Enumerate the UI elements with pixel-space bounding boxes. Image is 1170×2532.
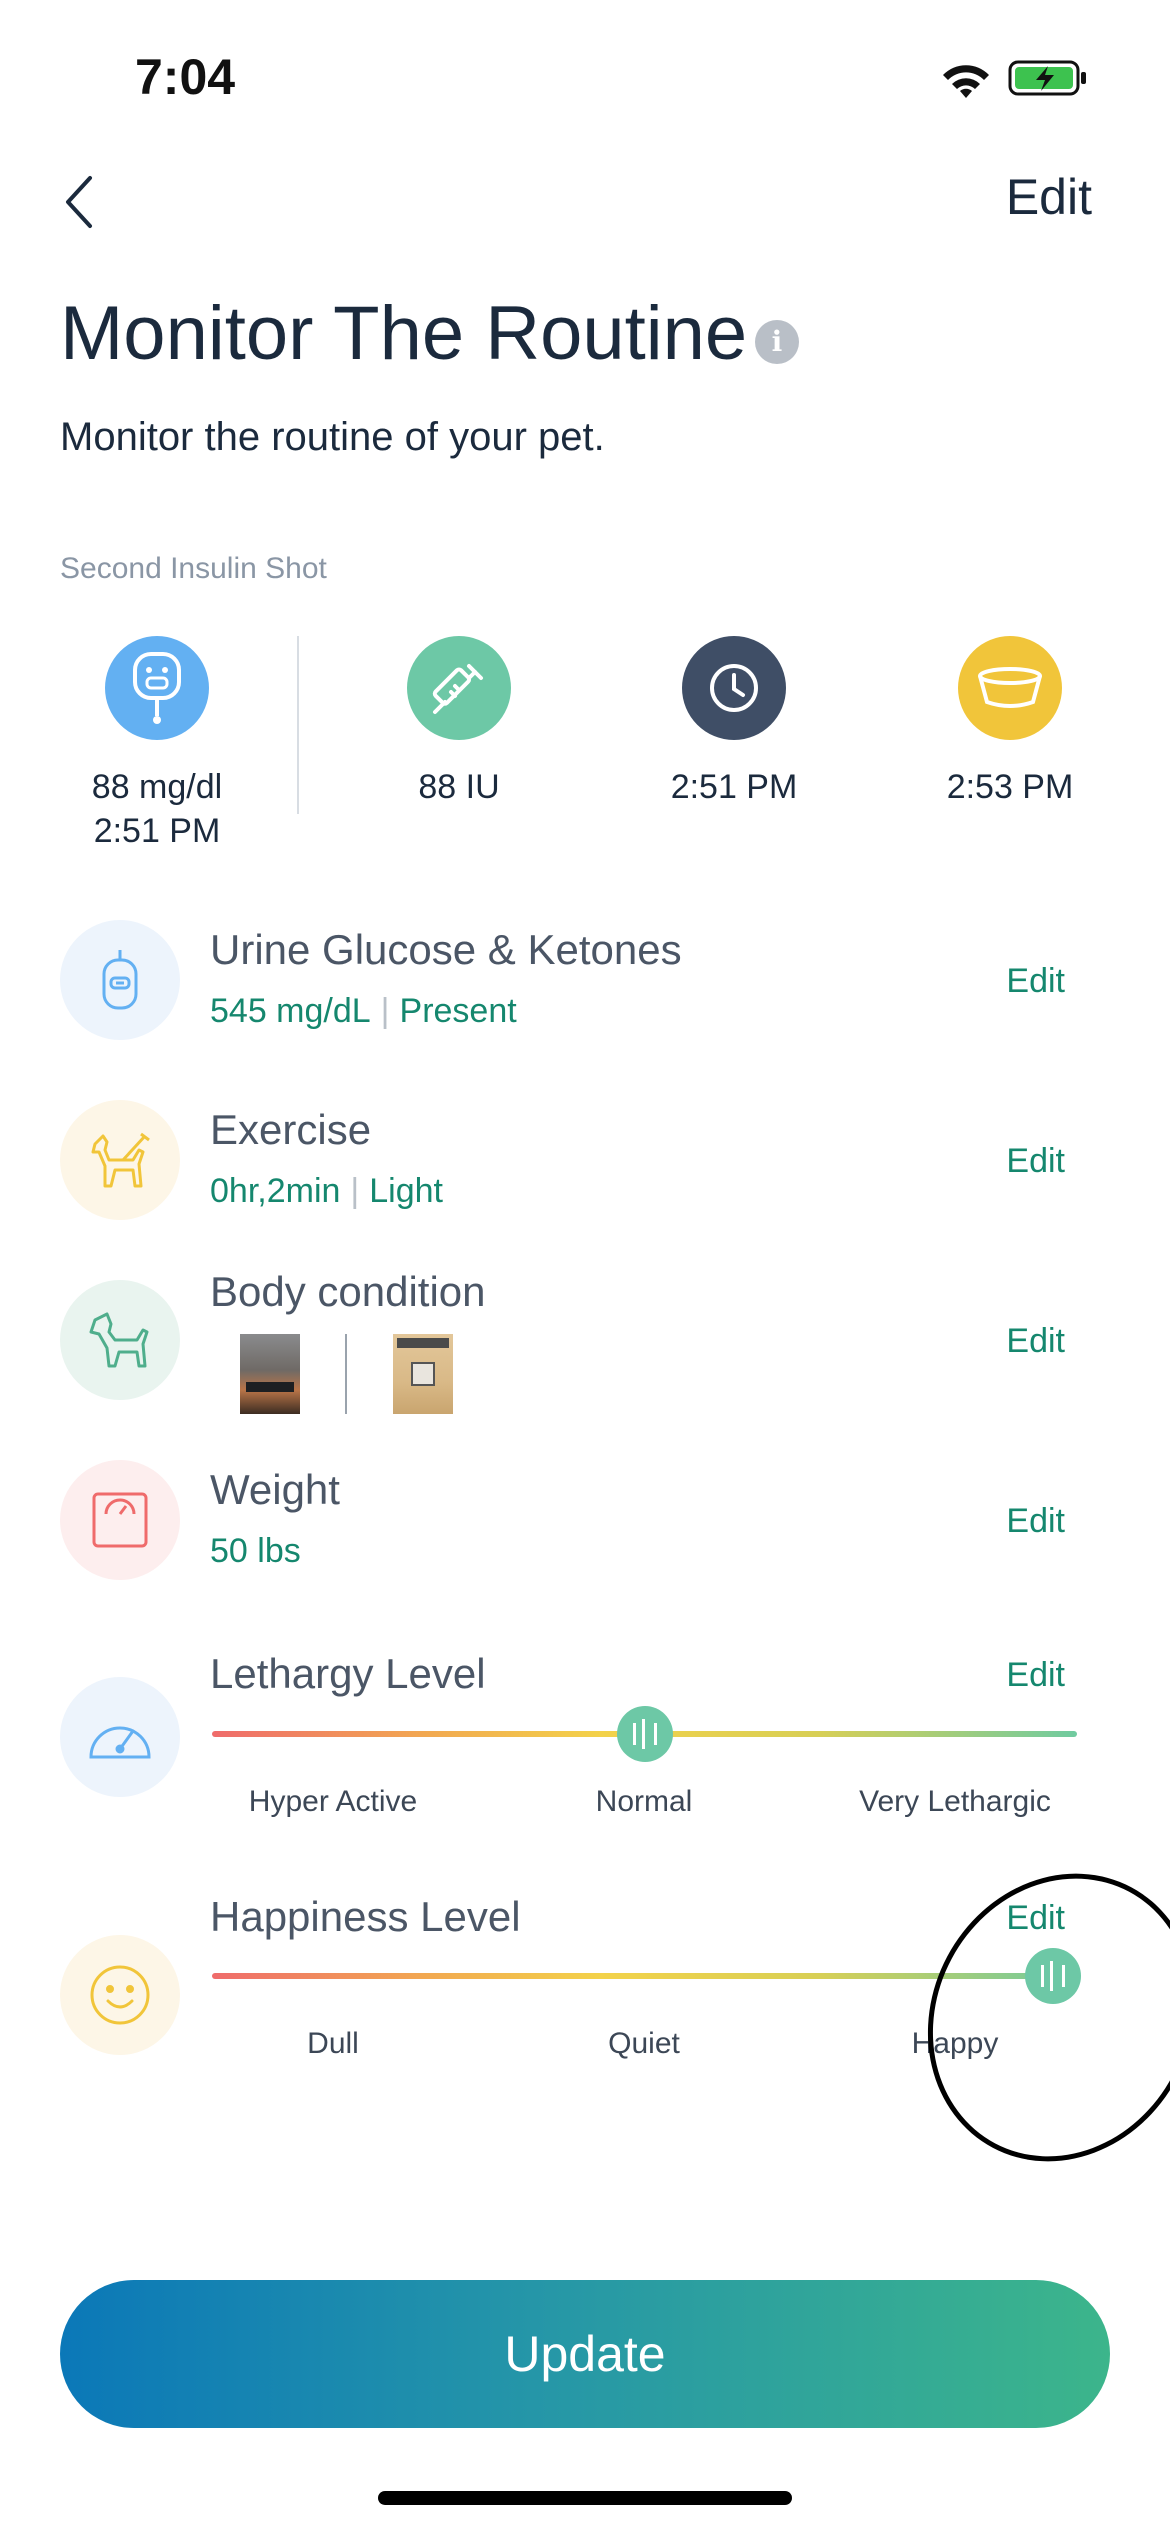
lethargy-label-normal: Normal [595, 1785, 693, 1818]
body-condition-edit-button[interactable]: Edit [1006, 1322, 1065, 1361]
section-label: Second Insulin Shot [60, 552, 327, 585]
urine-glucose-value: 545 mg/dL [210, 992, 371, 1030]
happiness-title: Happiness Level [210, 1893, 521, 1940]
summary-divider [297, 636, 299, 814]
syringe-icon [407, 636, 511, 740]
scale-icon [60, 1460, 180, 1580]
slider-grip [632, 1719, 657, 1749]
info-icon[interactable]: i [755, 320, 799, 364]
back-chevron-icon[interactable] [60, 172, 100, 232]
body-condition-title: Body condition [210, 1268, 486, 1315]
value-separator: | [350, 1172, 360, 1210]
home-indicator [378, 2491, 792, 2505]
dog-icon [60, 1280, 180, 1400]
annotation-circle [877, 1826, 1170, 2209]
summary-food-time: 2:53 PM [946, 768, 1074, 806]
summary-glucose-value: 88 mg/dl [91, 768, 223, 806]
status-time: 7:04 [135, 49, 236, 105]
exercise-intensity-value: Light [369, 1172, 443, 1210]
weight-value: 50 lbs [210, 1532, 301, 1570]
wifi-icon [943, 65, 989, 98]
photo-detail [246, 1382, 294, 1392]
weight-edit-button[interactable]: Edit [1006, 1502, 1065, 1541]
lethargy-slider-knob[interactable] [616, 1706, 673, 1762]
lethargy-label-hyper-active: Hyper Active [248, 1785, 418, 1818]
body-photo-thumbnail[interactable] [240, 1334, 300, 1414]
lethargy-title: Lethargy Level [210, 1650, 486, 1697]
update-button[interactable]: Update [60, 2280, 1110, 2428]
urine-title: Urine Glucose & Ketones [210, 926, 682, 973]
edit-button[interactable]: Edit [1006, 168, 1092, 226]
exercise-edit-button[interactable]: Edit [1006, 1142, 1065, 1181]
lethargy-edit-button[interactable]: Edit [1006, 1656, 1065, 1695]
battery-charging-icon [1008, 60, 1086, 96]
exercise-duration-value: 0hr,2min [210, 1172, 341, 1210]
urine-test-icon [60, 920, 180, 1040]
weight-title: Weight [210, 1466, 340, 1513]
page-title: Monitor The Routine [60, 291, 748, 376]
glucose-meter-icon [105, 636, 209, 740]
exercise-title: Exercise [210, 1106, 372, 1153]
photo-detail [411, 1362, 435, 1386]
summary-glucose-time: 2:51 PM [93, 812, 221, 850]
exercise-dog-icon [60, 1100, 180, 1220]
urine-value: 545 mg/dL | Present [210, 992, 517, 1031]
food-bowl-icon [958, 636, 1062, 740]
lethargy-label-very-lethargic: Very Lethargic [859, 1785, 1051, 1818]
smiley-icon [60, 1935, 180, 2055]
body-photo-thumbnail[interactable] [393, 1334, 453, 1414]
urine-ketones-value: Present [399, 992, 517, 1030]
clock-icon [682, 636, 786, 740]
summary-clock-time: 2:51 PM [670, 768, 798, 806]
urine-edit-button[interactable]: Edit [1006, 962, 1065, 1001]
photo-detail [397, 1338, 449, 1348]
happiness-label-quiet: Quiet [608, 2027, 680, 2060]
thumbnail-divider [345, 1334, 347, 1414]
happiness-label-dull: Dull [307, 2027, 359, 2060]
speedometer-icon [60, 1677, 180, 1797]
exercise-value: 0hr,2min | Light [210, 1172, 443, 1211]
summary-insulin-value: 88 IU [418, 768, 500, 806]
page-subtitle: Monitor the routine of your pet. [60, 415, 605, 459]
value-separator: | [380, 992, 390, 1030]
